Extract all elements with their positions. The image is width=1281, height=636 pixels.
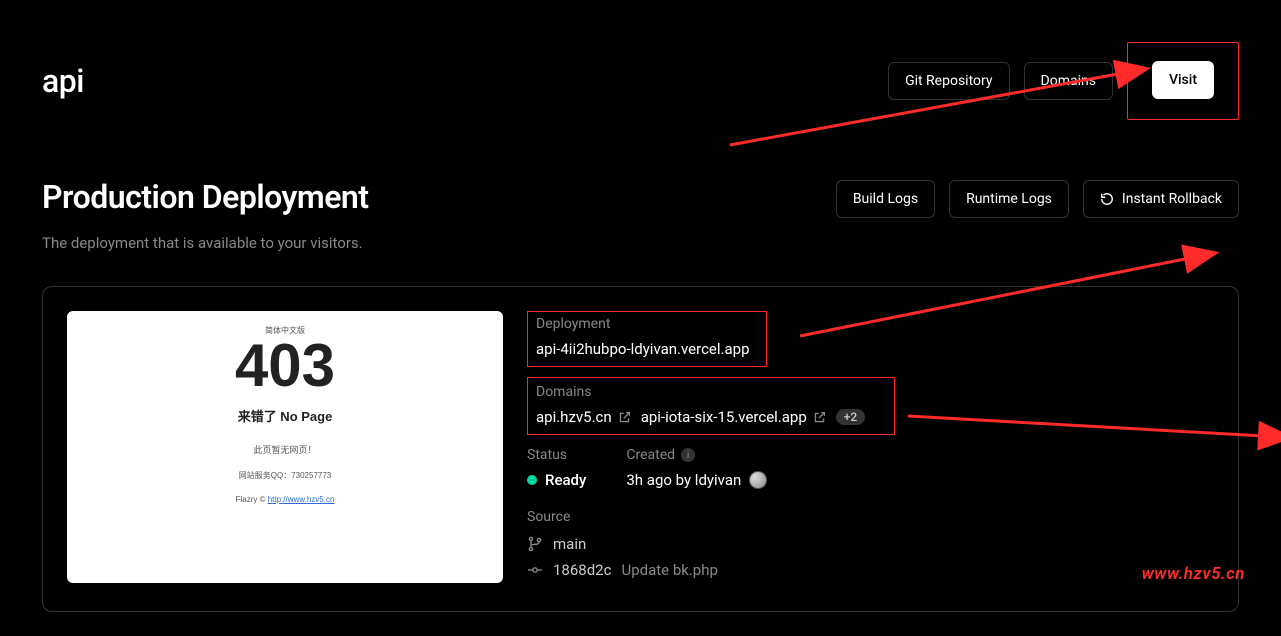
commit-hash: 1868d2c	[553, 561, 611, 579]
preview-line1: 此页暂无网页！	[253, 443, 316, 456]
section-header: Production Deployment The deployment tha…	[0, 120, 1281, 252]
domains-highlight-box: Domains api.hzv5.cn api-iota-six-15.verc…	[527, 377, 895, 435]
status-created-row: Status Ready Created i 3h ago by ldyivan	[527, 447, 1214, 489]
domain-item-1[interactable]: api-iota-six-15.vercel.app	[641, 408, 826, 426]
visit-button[interactable]: Visit	[1152, 61, 1214, 99]
git-repository-button[interactable]: Git Repository	[888, 62, 1009, 100]
visit-highlight-box: Visit	[1127, 42, 1239, 120]
status-label: Status	[527, 447, 586, 463]
source-branch: main	[553, 535, 586, 553]
section-title: Production Deployment	[42, 178, 369, 216]
preview-footer-link: http://www.hzv5.cn	[268, 495, 335, 504]
source-branch-line[interactable]: main	[527, 535, 1214, 553]
status-value: Ready	[545, 471, 586, 489]
instant-rollback-label: Instant Rollback	[1122, 191, 1222, 207]
status-dot-icon	[527, 475, 537, 485]
preview-line2: 网站服务QQ：730257773	[239, 470, 332, 481]
commit-msg: Update bk.php	[621, 561, 717, 579]
runtime-logs-button[interactable]: Runtime Logs	[949, 180, 1069, 218]
preview-code: 403	[235, 336, 335, 396]
deployment-card: 简体中文版 403 来错了 No Page 此页暂无网页！ 网站服务QQ：730…	[42, 286, 1239, 612]
domains-button[interactable]: Domains	[1024, 62, 1113, 100]
avatar[interactable]	[749, 471, 767, 489]
source-commit-line[interactable]: 1868d2c Update bk.php	[527, 561, 1214, 579]
section-subtitle: The deployment that is available to your…	[42, 234, 369, 252]
build-logs-button[interactable]: Build Logs	[836, 180, 935, 218]
status-block: Status Ready	[527, 447, 586, 489]
created-label-row: Created i	[626, 447, 767, 463]
info-icon[interactable]: i	[681, 448, 695, 462]
instant-rollback-button[interactable]: Instant Rollback	[1083, 180, 1239, 218]
header-actions: Git Repository Domains Visit	[888, 42, 1239, 120]
created-value-row: 3h ago by ldyivan	[626, 471, 767, 489]
preview-nopage: 来错了 No Page	[238, 406, 333, 425]
created-value: 3h ago by ldyivan	[626, 471, 741, 489]
commit-icon	[527, 562, 543, 578]
deployment-highlight-box: Deployment api-4ii2hubpo-ldyivan.vercel.…	[527, 311, 767, 367]
section-actions: Build Logs Runtime Logs Instant Rollback	[836, 180, 1239, 218]
domains-extra-badge[interactable]: +2	[836, 409, 865, 425]
domains-label: Domains	[536, 384, 886, 400]
created-label: Created	[626, 447, 675, 463]
deployment-preview[interactable]: 简体中文版 403 来错了 No Page 此页暂无网页！ 网站服务QQ：730…	[67, 311, 503, 583]
deployment-label: Deployment	[536, 316, 758, 332]
created-block: Created i 3h ago by ldyivan	[626, 447, 767, 489]
source-block: Source main 1868d2c Update bk.php	[527, 509, 1214, 579]
external-link-icon	[813, 411, 826, 424]
section-left: Production Deployment The deployment tha…	[42, 178, 369, 252]
domains-row: api.hzv5.cn api-iota-six-15.vercel.app	[536, 408, 886, 426]
branch-icon	[527, 536, 543, 552]
rollback-icon	[1100, 192, 1114, 206]
deployment-value[interactable]: api-4ii2hubpo-ldyivan.vercel.app	[536, 340, 758, 358]
domain-item-0[interactable]: api.hzv5.cn	[536, 408, 631, 426]
app-title: api	[42, 62, 84, 100]
deployment-details: Deployment api-4ii2hubpo-ldyivan.vercel.…	[527, 311, 1214, 587]
external-link-icon	[618, 411, 631, 424]
preview-footer: Flazry © http://www.hzv5.cn	[236, 495, 335, 504]
page-header: api Git Repository Domains Visit	[0, 0, 1281, 120]
status-value-row: Ready	[527, 471, 586, 489]
source-label: Source	[527, 509, 1214, 525]
